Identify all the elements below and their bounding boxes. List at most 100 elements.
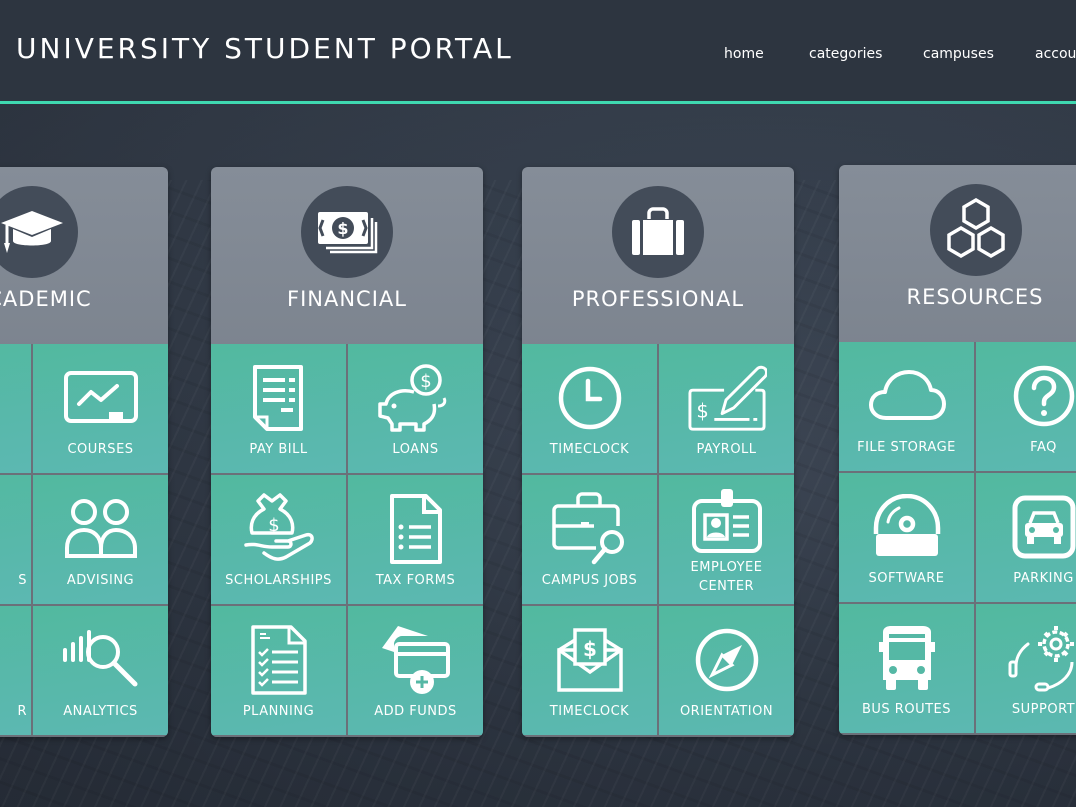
category-title: ACADEMIC (0, 287, 92, 311)
svg-text:$: $ (420, 371, 431, 392)
category-card-academic: ACADEMIC COURSES S ADVISING R ANALYTICS (0, 167, 168, 737)
briefcase-search-icon (550, 492, 630, 565)
header-bar: UNIVERSITY STUDENT PORTAL home categorie… (0, 0, 1076, 101)
category-card-professional: PROFESSIONAL TIMECLOCK $ PAYROLL CAMPUS … (522, 167, 794, 737)
tile-grid: FILE STORAGE FAQ SOFTWARE PARKING BUS RO… (839, 342, 1076, 735)
cloud-icon (867, 360, 947, 432)
tile-label: ANALYTICS (63, 704, 138, 719)
tile-label: PAYROLL (696, 442, 757, 457)
compass-icon (687, 624, 767, 696)
disc-drive-icon (867, 491, 947, 563)
tile-bus-routes[interactable]: BUS ROUTES (839, 604, 974, 733)
category-header[interactable]: RESOURCES (839, 165, 1076, 342)
tile-label: SUPPORT (1011, 702, 1076, 717)
tile-employee-center[interactable]: EMPLOYEE CENTER (659, 475, 794, 604)
graduation-cap-icon (0, 186, 78, 278)
id-badge-icon (687, 485, 767, 557)
tile-courses[interactable]: COURSES (33, 344, 168, 473)
tile-label: ADD FUNDS (374, 704, 457, 719)
category-title: RESOURCES (906, 285, 1044, 309)
document-list-icon (376, 493, 456, 565)
checklist-icon (239, 624, 319, 696)
question-circle-icon (1004, 360, 1076, 432)
tile-software[interactable]: SOFTWARE (839, 473, 974, 602)
tile-parking[interactable]: PARKING (976, 473, 1076, 602)
tile-faq[interactable]: FAQ (976, 342, 1076, 471)
category-title: PROFESSIONAL (571, 287, 745, 311)
nav-home[interactable]: home (724, 46, 764, 62)
tile-label: ADVISING (66, 573, 135, 588)
people-icon (61, 493, 141, 565)
tile-support[interactable]: SUPPORT (976, 604, 1076, 733)
tile-label: PLANNING (242, 704, 315, 719)
tile-scholarships[interactable]: $ SCHOLARSHIPS (211, 475, 346, 604)
tile-label: TAX FORMS (375, 573, 456, 588)
tile-label: EMPLOYEE CENTER (690, 560, 763, 594)
money-bag-hand-icon: $ (239, 493, 319, 565)
tile-planning[interactable]: PLANNING (211, 606, 346, 735)
tile-label: CAMPUS JOBS (541, 573, 638, 588)
tile-label: FILE STORAGE (857, 440, 956, 455)
tile-label: SCHOLARSHIPS (225, 573, 332, 588)
bill-icon (239, 362, 319, 434)
briefcase-icon (612, 186, 704, 278)
tile-label: FAQ (1030, 440, 1057, 455)
bus-icon (867, 622, 947, 694)
header-accent-line (0, 101, 1076, 104)
nav-categories[interactable]: categories (809, 46, 882, 62)
tile-orientation[interactable]: ORIENTATION (659, 606, 794, 735)
tile-label: TIMECLOCK (549, 704, 630, 719)
tile-label: PAY BILL (249, 442, 308, 457)
money-stack-icon: $ (301, 186, 393, 278)
tile-label: LOANS (392, 442, 439, 457)
tile-analytics[interactable]: ANALYTICS (33, 606, 168, 735)
chart-board-icon (61, 362, 141, 434)
tile-academic-5[interactable]: R (0, 606, 31, 735)
analytics-search-icon (61, 624, 141, 696)
piggy-bank-icon: $ (376, 362, 456, 434)
hexagons-icon (930, 184, 1022, 276)
tile-grid: COURSES S ADVISING R ANALYTICS (0, 344, 168, 737)
tile-add-funds[interactable]: ADD FUNDS (348, 606, 483, 735)
svg-text:$: $ (696, 400, 708, 423)
tile-label: R (17, 704, 27, 719)
card-add-icon (376, 624, 456, 696)
tile-loans[interactable]: $ LOANS (348, 344, 483, 473)
tile-academic-1[interactable] (0, 344, 31, 473)
tile-grid: TIMECLOCK $ PAYROLL CAMPUS JOBS EMPLOYEE… (522, 344, 794, 737)
svg-text:$: $ (268, 515, 279, 536)
svg-text:$: $ (583, 637, 597, 661)
tile-timeclock-2[interactable]: $ TIMECLOCK (522, 606, 657, 735)
tile-tax-forms[interactable]: TAX FORMS (348, 475, 483, 604)
category-header[interactable]: PROFESSIONAL (522, 167, 794, 344)
tile-label: COURSES (67, 442, 134, 457)
category-card-financial: $ FINANCIAL PAY BILL $ LOANS $ SCHOLARSH… (211, 167, 483, 737)
category-card-resources: RESOURCES FILE STORAGE FAQ SOFTWARE PARK… (839, 165, 1076, 735)
category-header[interactable]: $ FINANCIAL (211, 167, 483, 344)
envelope-money-icon: $ (550, 624, 630, 696)
category-header[interactable]: ACADEMIC (0, 167, 168, 344)
site-title: UNIVERSITY STUDENT PORTAL (16, 32, 514, 65)
nav-campuses[interactable]: campuses (923, 46, 994, 62)
tile-label: PARKING (1013, 571, 1074, 586)
tile-advising[interactable]: ADVISING (33, 475, 168, 604)
tile-academic-3[interactable]: S (0, 475, 31, 604)
tile-campus-jobs[interactable]: CAMPUS JOBS (522, 475, 657, 604)
tile-label: TIMECLOCK (549, 442, 630, 457)
check-sign-icon: $ (687, 362, 767, 434)
nav-account[interactable]: account (1035, 46, 1076, 62)
tile-grid: PAY BILL $ LOANS $ SCHOLARSHIPS TAX FORM… (211, 344, 483, 737)
tile-label: BUS ROUTES (861, 702, 951, 717)
tile-label: S (18, 573, 27, 588)
tile-payroll[interactable]: $ PAYROLL (659, 344, 794, 473)
clock-icon (550, 362, 630, 434)
category-title: FINANCIAL (287, 287, 407, 311)
svg-text:$: $ (337, 219, 348, 238)
support-gear-icon (1004, 622, 1076, 694)
tile-label: SOFTWARE (868, 571, 945, 586)
tile-timeclock[interactable]: TIMECLOCK (522, 344, 657, 473)
tile-file-storage[interactable]: FILE STORAGE (839, 342, 974, 471)
tile-pay-bill[interactable]: PAY BILL (211, 344, 346, 473)
car-icon (1004, 491, 1076, 563)
tile-label: ORIENTATION (679, 704, 774, 719)
